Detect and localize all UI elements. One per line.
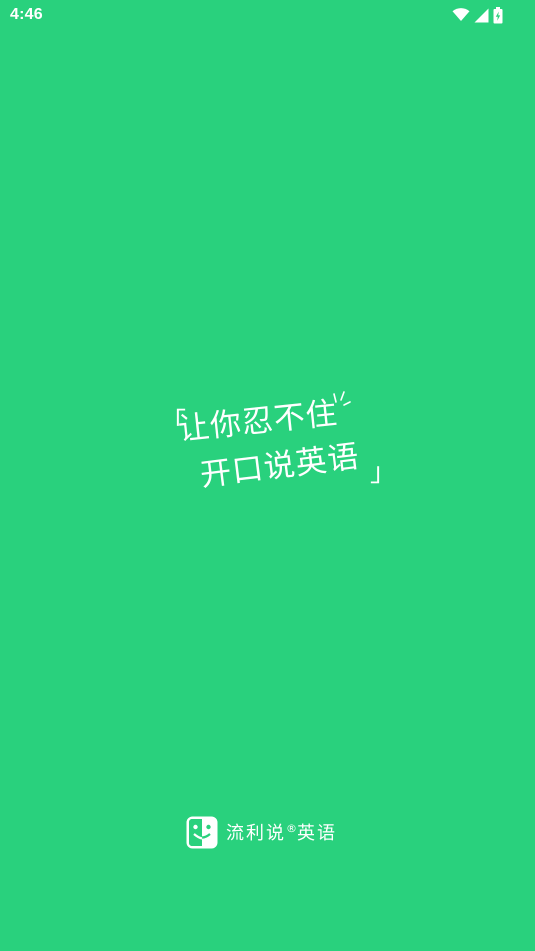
- registered-mark: ®: [286, 822, 297, 835]
- brand-name-part2: 英语: [297, 823, 337, 844]
- sparkle-icon: [333, 391, 351, 406]
- brand-name: 流利说®英语: [226, 819, 337, 845]
- brand-name-part1: 流利说: [226, 823, 286, 844]
- wifi-icon: [452, 8, 470, 21]
- status-icons: [452, 6, 503, 24]
- status-time: 4:46: [10, 6, 43, 23]
- battery-charging-icon: [493, 6, 503, 23]
- cellular-signal-icon: [474, 8, 489, 22]
- slogan: 「 让你忍不住 开口说英语 」: [160, 388, 396, 508]
- liulishuo-logo-icon: [186, 816, 218, 848]
- slogan-close-quote: 」: [370, 458, 397, 488]
- brand-logo: 流利说®英语: [186, 815, 337, 849]
- status-bar: 4:46: [0, 0, 535, 30]
